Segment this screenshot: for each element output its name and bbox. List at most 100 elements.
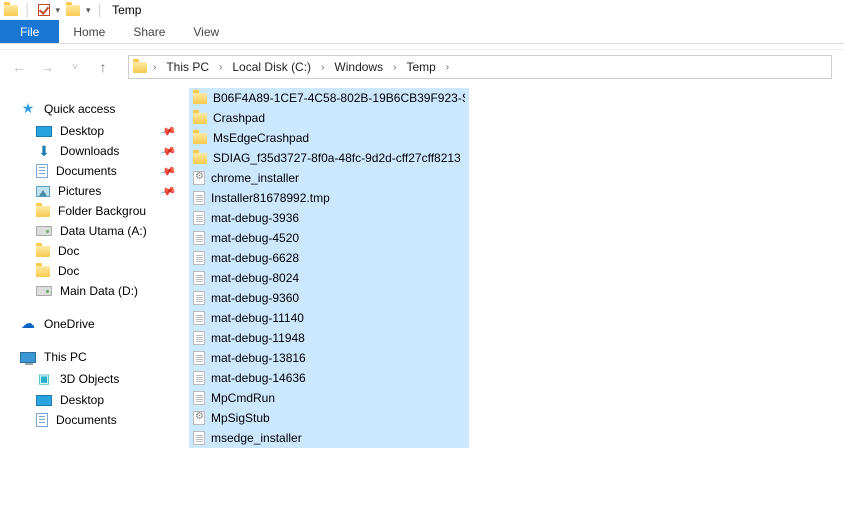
- tab-home[interactable]: Home: [59, 20, 119, 43]
- qat-customize-icon[interactable]: ▾: [86, 5, 91, 16]
- chevron-right-icon[interactable]: ›: [321, 62, 324, 73]
- sidebar-item[interactable]: Doc: [0, 261, 185, 281]
- sidebar-item-label: Pictures: [58, 184, 101, 198]
- sidebar-item[interactable]: Doc: [0, 241, 185, 261]
- star-icon: ★: [20, 100, 36, 117]
- sidebar-item[interactable]: Documents: [0, 410, 185, 430]
- list-item[interactable]: B06F4A89-1CE7-4C58-802B-19B6CB39F923-Sig…: [189, 88, 469, 108]
- sidebar-item[interactable]: ⬇Downloads📌: [0, 141, 185, 161]
- sidebar-this-pc[interactable]: This PC: [0, 346, 185, 368]
- pin-icon: 📌: [159, 162, 177, 180]
- folder-icon: [36, 246, 50, 257]
- list-item[interactable]: mat-debug-11948: [189, 328, 469, 348]
- pin-icon: 📌: [159, 142, 177, 160]
- forward-button[interactable]: →: [40, 59, 54, 75]
- drive-icon: [36, 286, 52, 296]
- file-name: chrome_installer: [211, 171, 299, 185]
- recent-dropdown-icon[interactable]: ˅: [68, 62, 82, 73]
- qat-dropdown-icon[interactable]: ▾: [56, 5, 61, 16]
- list-item[interactable]: MsEdgeCrashpad: [189, 128, 469, 148]
- file-name: mat-debug-14636: [211, 371, 306, 385]
- sidebar-item[interactable]: Desktop: [0, 390, 185, 410]
- sidebar-item[interactable]: Folder Backgrou: [0, 201, 185, 221]
- breadcrumb-label: Windows: [334, 60, 383, 74]
- file-icon: [193, 211, 205, 225]
- sidebar-item-label: Desktop: [60, 124, 104, 138]
- pictures-icon: [36, 186, 50, 197]
- application-icon: [193, 171, 205, 185]
- 3d-objects-icon: ▣: [36, 371, 52, 387]
- pin-icon: 📌: [159, 122, 177, 140]
- list-item[interactable]: mat-debug-4520: [189, 228, 469, 248]
- list-item[interactable]: Installer81678992.tmp: [189, 188, 469, 208]
- breadcrumb-item[interactable]: This PC: [162, 60, 213, 74]
- file-name: B06F4A89-1CE7-4C58-802B-19B6CB39F923-Sig…: [213, 91, 465, 105]
- file-icon: [193, 431, 205, 445]
- file-name: Crashpad: [213, 111, 265, 125]
- drive-icon: [36, 226, 52, 236]
- list-item[interactable]: MpSigStub: [189, 408, 469, 428]
- sidebar-item[interactable]: Documents📌: [0, 161, 185, 181]
- list-item[interactable]: mat-debug-8024: [189, 268, 469, 288]
- sidebar-item[interactable]: ▣ 3D Objects: [0, 368, 185, 390]
- content-area: ★ Quick access Desktop📌⬇Downloads📌Docume…: [0, 84, 844, 509]
- list-item[interactable]: mat-debug-6628: [189, 248, 469, 268]
- file-name: mat-debug-13816: [211, 351, 306, 365]
- tab-label: File: [20, 25, 39, 39]
- file-name: msedge_installer: [211, 431, 302, 445]
- file-name: MpSigStub: [211, 411, 270, 425]
- breadcrumb-label: Local Disk (C:): [232, 60, 311, 74]
- up-button[interactable]: ↑: [96, 59, 110, 75]
- sidebar-item[interactable]: Pictures📌: [0, 181, 185, 201]
- file-name: mat-debug-11140: [211, 311, 304, 325]
- sidebar-quick-access[interactable]: ★ Quick access: [0, 96, 185, 121]
- chevron-right-icon[interactable]: ›: [446, 62, 449, 73]
- sidebar-group-label: This PC: [44, 350, 87, 364]
- file-name: mat-debug-8024: [211, 271, 299, 285]
- breadcrumb-label: This PC: [166, 60, 209, 74]
- tab-file[interactable]: File: [0, 20, 59, 43]
- list-item[interactable]: mat-debug-11140: [189, 308, 469, 328]
- tab-view[interactable]: View: [179, 20, 233, 43]
- chevron-right-icon[interactable]: ›: [393, 62, 396, 73]
- folder-icon: [193, 93, 207, 104]
- qat-folder-icon[interactable]: [66, 5, 80, 16]
- breadcrumb-item[interactable]: Windows: [330, 60, 387, 74]
- sidebar-item-label: 3D Objects: [60, 372, 119, 386]
- list-item[interactable]: msedge_installer: [189, 428, 469, 448]
- list-item[interactable]: SDIAG_f35d3727-8f0a-48fc-9d2d-cff27cff82…: [189, 148, 469, 168]
- file-icon: [193, 251, 205, 265]
- list-item[interactable]: mat-debug-9360: [189, 288, 469, 308]
- breadcrumb-item[interactable]: Local Disk (C:): [228, 60, 315, 74]
- tab-label: View: [193, 25, 219, 39]
- sidebar-item[interactable]: Data Utama (A:): [0, 221, 185, 241]
- folder-icon: [193, 133, 207, 144]
- file-name: mat-debug-3936: [211, 211, 299, 225]
- sidebar-item[interactable]: Desktop 📌: [0, 121, 185, 141]
- qat-properties-icon[interactable]: [38, 4, 50, 16]
- list-item[interactable]: mat-debug-13816: [189, 348, 469, 368]
- list-item[interactable]: mat-debug-3936: [189, 208, 469, 228]
- file-name: mat-debug-4520: [211, 231, 299, 245]
- file-icon: [193, 351, 205, 365]
- list-item[interactable]: chrome_installer: [189, 168, 469, 188]
- list-item[interactable]: Crashpad: [189, 108, 469, 128]
- ribbon: File Home Share View: [0, 20, 844, 44]
- chevron-right-icon[interactable]: ›: [153, 62, 156, 73]
- sidebar-item-label: Main Data (D:): [60, 284, 138, 298]
- file-name: mat-debug-11948: [211, 331, 305, 345]
- sidebar-item-label: Folder Backgrou: [58, 204, 146, 218]
- breadcrumb-item[interactable]: Temp: [402, 60, 439, 74]
- list-item[interactable]: mat-debug-14636: [189, 368, 469, 388]
- file-list[interactable]: B06F4A89-1CE7-4C58-802B-19B6CB39F923-Sig…: [185, 84, 844, 509]
- sidebar-onedrive[interactable]: ☁ OneDrive: [0, 311, 185, 336]
- desktop-icon: [36, 395, 52, 406]
- navigation-pane: ★ Quick access Desktop📌⬇Downloads📌Docume…: [0, 84, 185, 509]
- tab-share[interactable]: Share: [119, 20, 179, 43]
- address-bar[interactable]: › This PC › Local Disk (C:) › Windows › …: [128, 55, 832, 79]
- list-item[interactable]: MpCmdRun: [189, 388, 469, 408]
- back-button[interactable]: ←: [12, 59, 26, 75]
- chevron-right-icon[interactable]: ›: [219, 62, 222, 73]
- sidebar-item-label: Documents: [56, 413, 117, 427]
- sidebar-item[interactable]: Main Data (D:): [0, 281, 185, 301]
